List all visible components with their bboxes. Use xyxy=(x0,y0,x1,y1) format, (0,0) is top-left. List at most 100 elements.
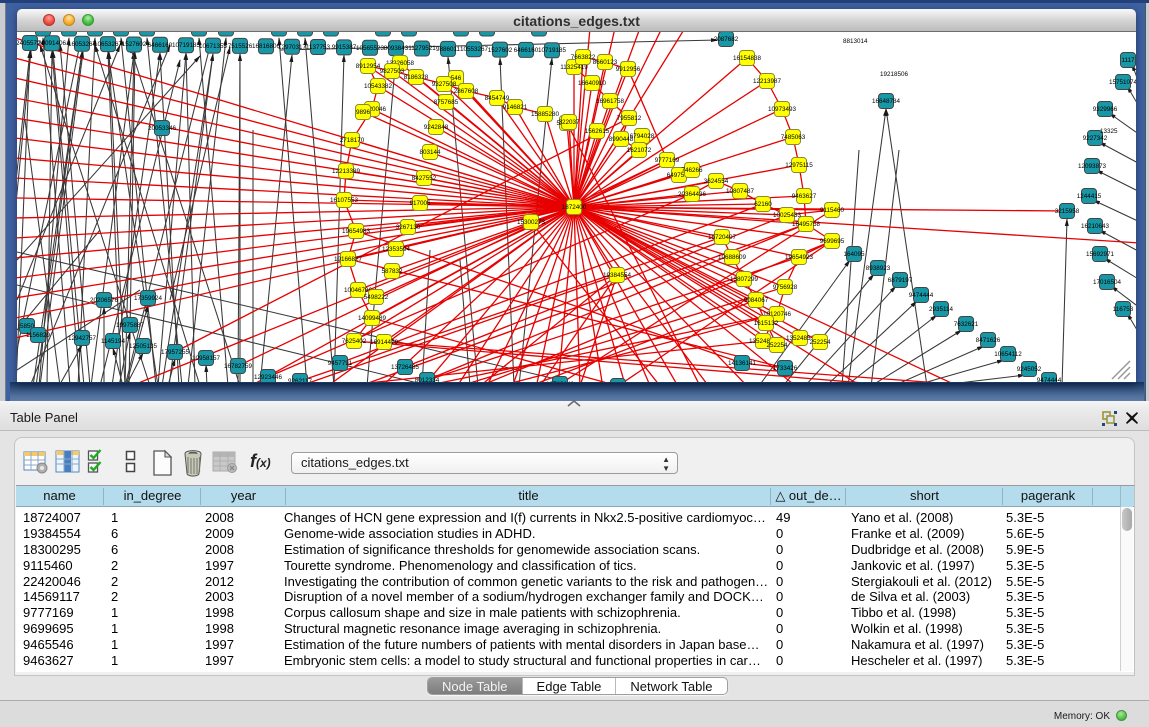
svg-text:587832: 587832 xyxy=(381,268,403,275)
svg-text:5498222: 5498222 xyxy=(364,294,389,301)
svg-text:12975115: 12975115 xyxy=(785,162,813,169)
svg-text:19654923: 19654923 xyxy=(785,254,814,261)
svg-text:8471626: 8471626 xyxy=(976,337,1001,344)
svg-text:9827503: 9827503 xyxy=(380,68,405,75)
svg-text:9262117: 9262117 xyxy=(288,378,313,382)
svg-text:20364436: 20364436 xyxy=(678,191,707,198)
svg-text:8757685: 8757685 xyxy=(434,99,459,106)
svg-text:7955812: 7955812 xyxy=(617,115,642,122)
svg-text:746266: 746266 xyxy=(681,167,703,174)
svg-text:16154838: 16154838 xyxy=(733,55,762,62)
svg-text:9777169: 9777169 xyxy=(655,157,680,164)
svg-text:16640910: 16640910 xyxy=(578,80,607,87)
svg-text:9084067: 9084067 xyxy=(744,297,769,304)
svg-text:9329966: 9329966 xyxy=(1093,106,1118,113)
svg-text:9242848: 9242848 xyxy=(424,124,449,131)
svg-text:7625402: 7625402 xyxy=(342,338,367,345)
svg-text:16961758: 16961758 xyxy=(596,98,625,105)
svg-text:8912954: 8912954 xyxy=(356,63,381,70)
svg-text:9896: 9896 xyxy=(356,109,371,116)
svg-text:9912956: 9912956 xyxy=(616,66,641,73)
svg-text:164095: 164095 xyxy=(843,251,865,258)
svg-text:10807487: 10807487 xyxy=(726,188,755,195)
svg-text:62160: 62160 xyxy=(754,201,772,208)
svg-text:19975887: 19975887 xyxy=(116,322,145,329)
svg-text:16107553: 16107553 xyxy=(330,197,359,204)
svg-text:20091406: 20091406 xyxy=(38,40,67,47)
svg-text:10713140: 10713140 xyxy=(546,381,575,382)
svg-text:10719185: 10719185 xyxy=(538,47,567,54)
svg-text:16782759: 16782759 xyxy=(224,363,253,370)
svg-text:1615132: 1615132 xyxy=(754,320,779,327)
svg-text:10543382: 10543382 xyxy=(364,83,393,90)
svg-text:9457791: 9457791 xyxy=(328,360,353,367)
svg-text:16816806: 16816806 xyxy=(252,43,281,50)
svg-text:11325419: 11325419 xyxy=(560,64,588,71)
svg-text:15720407: 15720407 xyxy=(708,234,737,241)
svg-text:12213987: 12213987 xyxy=(753,78,782,85)
svg-text:17957255: 17957255 xyxy=(161,349,190,356)
svg-text:15692971: 15692971 xyxy=(1086,251,1115,258)
svg-text:15885280: 15885280 xyxy=(531,111,560,118)
svg-text:16914479: 16914479 xyxy=(370,339,399,346)
svg-text:10025433: 10025433 xyxy=(773,212,802,219)
svg-text:16648784: 16648784 xyxy=(872,98,901,105)
svg-text:2935114: 2935114 xyxy=(929,306,954,313)
svg-text:1244415: 1244415 xyxy=(1077,193,1102,200)
svg-text:12942757: 12942757 xyxy=(68,335,97,342)
svg-text:9474444: 9474444 xyxy=(1037,377,1062,382)
svg-text:13325: 13325 xyxy=(1100,128,1118,135)
svg-text:19384554: 19384554 xyxy=(603,272,632,279)
svg-text:1137753: 1137753 xyxy=(306,44,331,51)
svg-text:1527602: 1527602 xyxy=(488,47,513,54)
svg-text:17359924: 17359924 xyxy=(134,295,163,302)
svg-text:20053346: 20053346 xyxy=(148,125,177,132)
svg-text:9699695: 9699695 xyxy=(820,238,845,245)
svg-text:12923446: 12923446 xyxy=(254,374,283,381)
svg-text:7632621: 7632621 xyxy=(954,321,979,328)
svg-text:2087682: 2087682 xyxy=(714,36,739,43)
svg-text:10671355: 10671355 xyxy=(199,43,228,50)
svg-text:10553267: 10553267 xyxy=(460,46,489,53)
svg-text:10654112: 10654112 xyxy=(994,351,1022,358)
svg-text:9915387: 9915387 xyxy=(332,44,357,51)
svg-text:1733426: 1733426 xyxy=(773,365,798,372)
svg-text:19166827: 19166827 xyxy=(334,256,363,263)
svg-text:9115460: 9115460 xyxy=(820,207,845,214)
svg-text:8093843: 8093843 xyxy=(384,45,409,52)
svg-text:15751074: 15751074 xyxy=(1109,79,1136,86)
svg-text:10719185: 10719185 xyxy=(172,42,201,49)
svg-text:6794028: 6794028 xyxy=(630,133,655,140)
svg-text:116753: 116753 xyxy=(1113,306,1134,313)
svg-text:10688609: 10688609 xyxy=(718,254,747,261)
svg-text:803144: 803144 xyxy=(419,149,441,156)
svg-text:14136141: 14136141 xyxy=(728,360,757,367)
svg-text:1527602: 1527602 xyxy=(122,41,147,48)
svg-text:8660123: 8660123 xyxy=(593,59,618,66)
svg-text:11279521: 11279521 xyxy=(408,45,436,52)
svg-text:9756928: 9756928 xyxy=(773,284,798,291)
svg-text:8813014: 8813014 xyxy=(843,38,868,45)
svg-text:10958157: 10958157 xyxy=(192,355,221,362)
svg-text:12093873: 12093873 xyxy=(1078,163,1107,170)
svg-text:9245052: 9245052 xyxy=(1017,366,1042,373)
svg-text:2867608: 2867608 xyxy=(454,88,479,95)
svg-text:9886011: 9886011 xyxy=(436,46,461,53)
svg-text:12970317: 12970317 xyxy=(278,44,307,51)
svg-text:252254: 252254 xyxy=(809,339,831,346)
svg-text:1621072: 1621072 xyxy=(627,147,652,154)
svg-text:6466160: 6466160 xyxy=(148,42,173,49)
svg-text:16210643: 16210643 xyxy=(1081,223,1110,230)
svg-text:16053267: 16053267 xyxy=(68,41,97,48)
svg-text:1145194: 1145194 xyxy=(101,338,126,345)
svg-text:252254: 252254 xyxy=(766,342,788,349)
svg-text:7515526: 7515526 xyxy=(228,43,253,50)
svg-text:19654983: 19654983 xyxy=(342,228,371,235)
svg-text:322037: 322037 xyxy=(558,119,580,126)
svg-text:10653267: 10653267 xyxy=(94,41,123,48)
svg-text:8186328: 8186328 xyxy=(404,74,429,81)
svg-text:17016504: 17016504 xyxy=(1093,279,1122,286)
svg-text:14099489: 14099489 xyxy=(358,315,387,322)
svg-text:9474444: 9474444 xyxy=(909,292,934,299)
svg-text:10973493: 10973493 xyxy=(768,106,797,113)
